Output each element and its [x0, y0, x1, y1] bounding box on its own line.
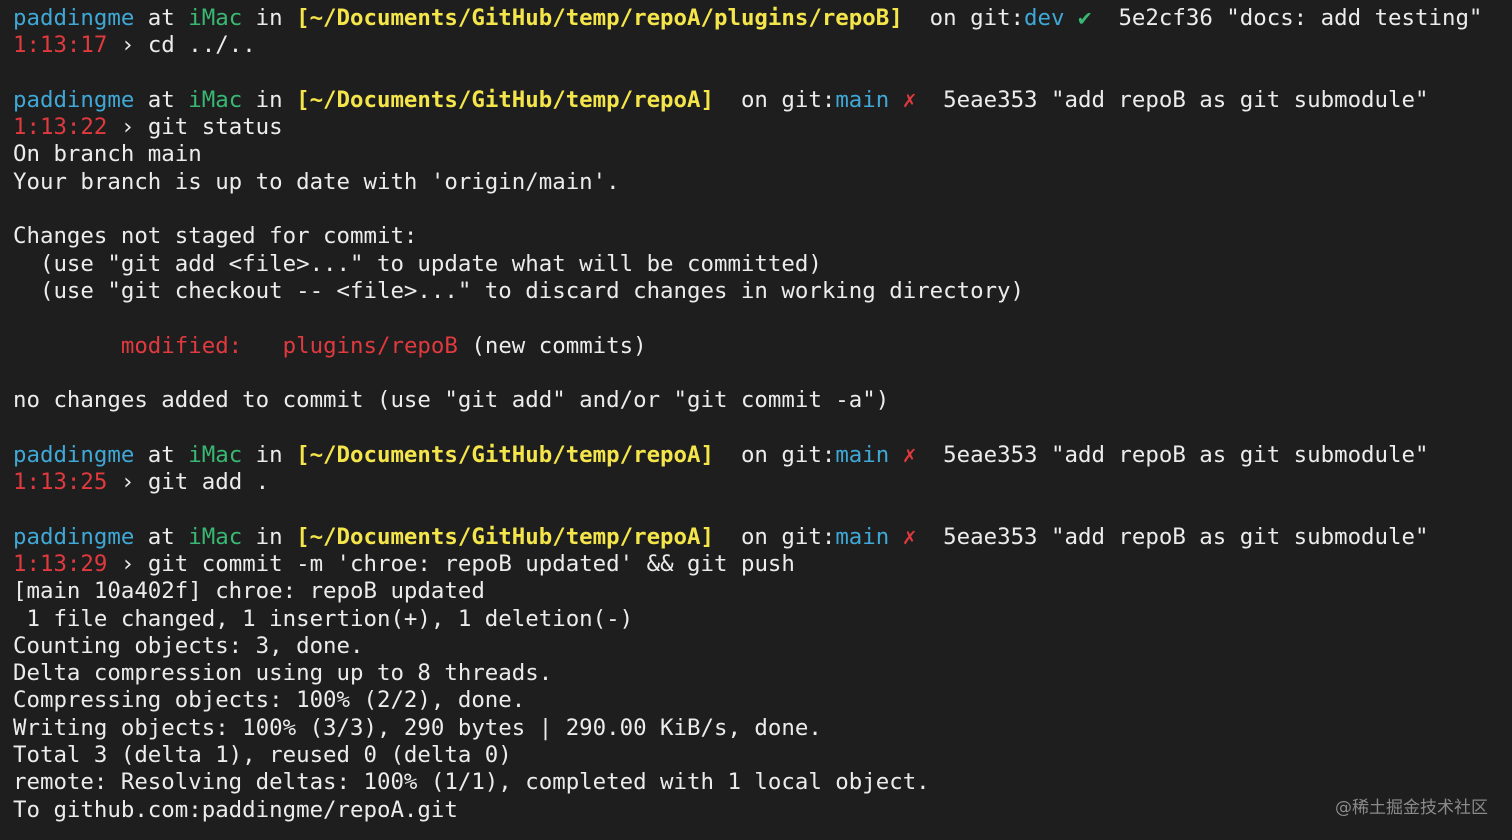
- output-line: Writing objects: 100% (3/3), 290 bytes |…: [13, 714, 822, 741]
- output-line: Your branch is up to date with 'origin/m…: [13, 168, 620, 195]
- prompt-sep: [1091, 5, 1118, 31]
- prompt-time: 1:13:22: [13, 114, 108, 141]
- prompt-branch: main: [835, 523, 890, 550]
- output-line: Compressing objects: 100% (2/2), done.: [13, 687, 526, 714]
- output-line: (use "git add <file>..." to update what …: [13, 250, 822, 277]
- modified-entry: modified: plugins/repoB (new commits): [13, 333, 1512, 360]
- prompt-on-git: on git:: [713, 441, 836, 468]
- output-line: (use "git checkout -- <file>..." to disc…: [13, 277, 1025, 304]
- modified-file: plugins/repoB: [282, 332, 458, 359]
- prompt-path: [~/Documents/GitHub/temp/repoA/plugins/r…: [296, 5, 903, 31]
- watermark: @稀土掘金技术社区: [1335, 798, 1488, 818]
- prompt-arrow-icon: ›: [107, 32, 148, 59]
- prompt-time: 1:13:25: [13, 469, 108, 496]
- prompt-command: git commit -m 'chroe: repoB updated' && …: [147, 550, 795, 577]
- prompt-host: iMac: [188, 523, 243, 550]
- modified-note: (new commits): [457, 332, 647, 359]
- output-line: Counting objects: 3, done.: [13, 632, 364, 659]
- clean-check-icon: ✔: [1064, 5, 1092, 31]
- prompt-command-line: 1:13:25 › git add .: [13, 469, 1512, 496]
- modified-gap: [242, 333, 282, 359]
- prompt-header: paddingme at iMac in [~/Documents/GitHub…: [13, 524, 1512, 551]
- prompt-commit: 5eae353 "add repoB as git submodule": [943, 523, 1429, 550]
- prompt-commit: 5e2cf36 "docs: add testing": [1118, 5, 1483, 31]
- prompt-at: at: [134, 86, 189, 113]
- prompt-in: in: [242, 86, 297, 113]
- prompt-path: [~/Documents/GitHub/temp/repoA]: [296, 86, 714, 113]
- prompt-user: paddingme: [13, 441, 135, 468]
- dirty-cross-icon: ✗: [889, 523, 917, 550]
- output-line: no changes added to commit (use "git add…: [13, 387, 890, 414]
- prompt-time: 1:13:29: [13, 550, 108, 577]
- modified-indent: [13, 333, 121, 359]
- prompt-sep: [916, 524, 943, 550]
- output-line: remote: Resolving deltas: 100% (1/1), co…: [13, 769, 930, 796]
- prompt-host: iMac: [188, 441, 243, 468]
- prompt-path: [~/Documents/GitHub/temp/repoA]: [296, 523, 714, 550]
- prompt-at: at: [134, 523, 189, 550]
- prompt-at: at: [134, 441, 189, 468]
- prompt-user: paddingme: [13, 5, 135, 31]
- prompt-branch: main: [835, 441, 890, 468]
- prompt-host: iMac: [188, 86, 243, 113]
- output-line: To github.com:paddingme/repoA.git: [13, 796, 458, 823]
- prompt-arrow-icon: ›: [107, 550, 148, 577]
- prompt-command: git status: [147, 114, 283, 141]
- prompt-branch: dev: [1024, 5, 1065, 31]
- prompt-commit: 5eae353 "add repoB as git submodule": [943, 86, 1429, 113]
- prompt-branch: main: [835, 86, 890, 113]
- prompt-time: 1:13:17: [13, 32, 108, 59]
- prompt-command: git add .: [147, 469, 270, 496]
- terminal-window[interactable]: paddingme at iMac in [~/Documents/GitHub…: [0, 0, 1512, 840]
- prompt-header: paddingme at iMac in [~/Documents/GitHub…: [13, 5, 1512, 32]
- prompt-header: paddingme at iMac in [~/Documents/GitHub…: [13, 442, 1512, 469]
- prompt-command-line: 1:13:17 › cd ../..: [13, 32, 1512, 59]
- output-line: On branch main: [13, 141, 202, 168]
- prompt-commit: 5eae353 "add repoB as git submodule": [943, 441, 1429, 468]
- prompt-in: in: [242, 441, 297, 468]
- prompt-on-git: on git:: [713, 86, 836, 113]
- output-line: Changes not staged for commit:: [13, 223, 418, 250]
- output-line: Delta compression using up to 8 threads.: [13, 660, 553, 687]
- prompt-in: in: [242, 523, 297, 550]
- prompt-header: paddingme at iMac in [~/Documents/GitHub…: [13, 87, 1512, 114]
- prompt-on-git: on git:: [902, 5, 1025, 31]
- output-line: Total 3 (delta 1), reused 0 (delta 0): [13, 742, 512, 769]
- output-line: [main 10a402f] chroe: repoB updated: [13, 578, 485, 605]
- prompt-sep: [916, 442, 943, 468]
- prompt-command-line: 1:13:22 › git status: [13, 114, 1512, 141]
- prompt-command-line: 1:13:29 › git commit -m 'chroe: repoB up…: [13, 551, 1512, 578]
- prompt-arrow-icon: ›: [107, 469, 148, 496]
- prompt-on-git: on git:: [713, 523, 836, 550]
- prompt-user: paddingme: [13, 523, 135, 550]
- modified-label: modified:: [120, 332, 243, 359]
- prompt-arrow-icon: ›: [107, 114, 148, 141]
- output-line: 1 file changed, 1 insertion(+), 1 deleti…: [13, 605, 634, 632]
- prompt-path: [~/Documents/GitHub/temp/repoA]: [296, 441, 714, 468]
- prompt-sep: [916, 87, 943, 113]
- prompt-user: paddingme: [13, 86, 135, 113]
- prompt-in: in: [242, 5, 297, 31]
- dirty-cross-icon: ✗: [889, 86, 917, 113]
- prompt-command: cd ../..: [147, 32, 256, 59]
- dirty-cross-icon: ✗: [889, 441, 917, 468]
- prompt-host: iMac: [188, 5, 243, 31]
- prompt-at: at: [134, 5, 189, 31]
